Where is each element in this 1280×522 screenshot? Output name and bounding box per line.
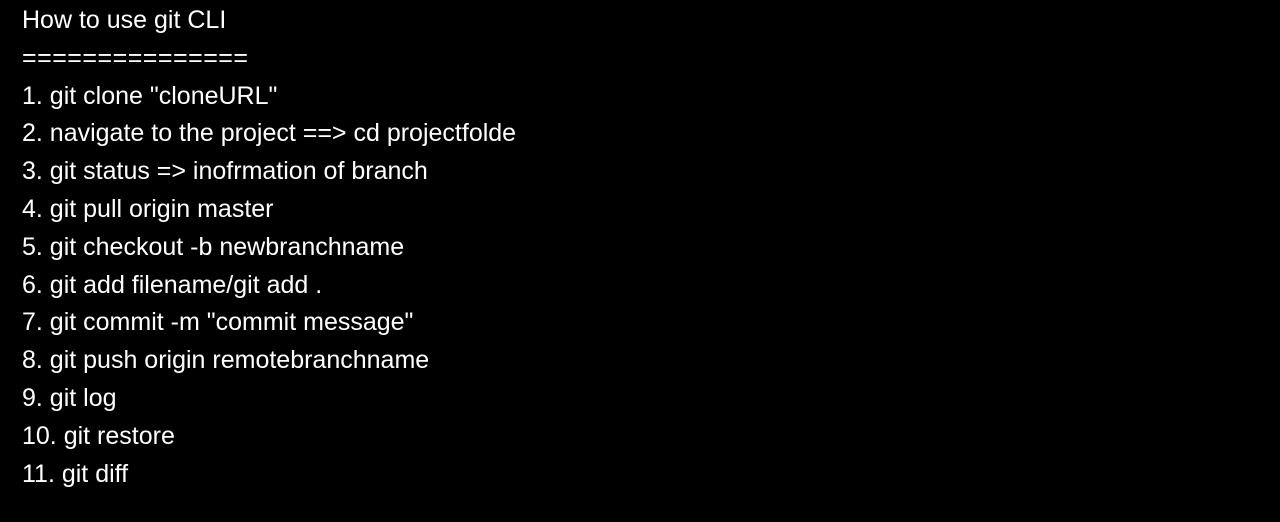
page-title: How to use git CLI xyxy=(22,6,227,34)
steps-list: 1. git clone "cloneURL" 2. navigate to t… xyxy=(22,78,1280,494)
list-item: 8. git push origin remotebranchname xyxy=(22,346,430,375)
list-item: 10. git restore xyxy=(22,421,175,450)
list-item: 9. git log xyxy=(22,383,117,412)
list-item: 6. git add filename/git add . xyxy=(22,270,323,299)
title-underline: =============== xyxy=(22,43,249,72)
list-item: 5. git checkout -b newbranchname xyxy=(22,232,405,261)
list-item: 2. navigate to the project ==> cd projec… xyxy=(22,119,517,148)
list-item: 7. git commit -m "commit message" xyxy=(22,308,414,337)
list-item: 11. git diff xyxy=(22,459,129,488)
notes-page: How to use git CLI =============== 1. gi… xyxy=(0,0,1280,522)
list-item: 3. git status => inofrmation of branch xyxy=(22,157,428,186)
list-item: 4. git pull origin master xyxy=(22,194,274,223)
list-item: 1. git clone "cloneURL" xyxy=(22,81,278,110)
